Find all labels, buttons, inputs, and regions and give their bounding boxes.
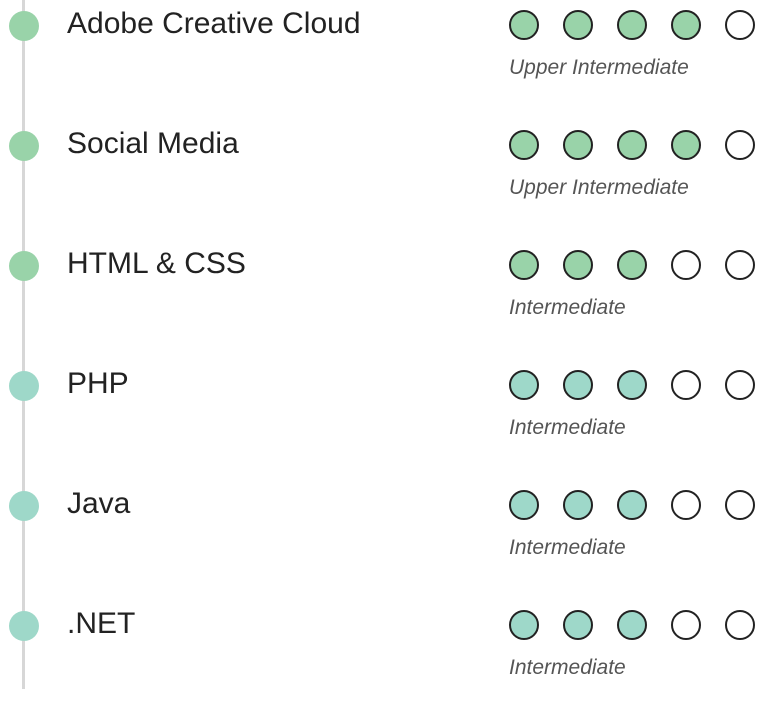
skill-rating xyxy=(509,490,755,520)
skill-rating xyxy=(509,250,755,280)
rating-dot xyxy=(617,130,647,160)
rating-dot xyxy=(563,250,593,280)
skill-name: PHP xyxy=(67,367,129,400)
skill-row: HTML & CSS Intermediate xyxy=(0,240,762,350)
timeline-bullet xyxy=(9,491,39,521)
skill-level: Upper Intermediate xyxy=(509,56,689,79)
rating-dot xyxy=(725,370,755,400)
skill-rating xyxy=(509,610,755,640)
rating-dot xyxy=(671,610,701,640)
rating-dot xyxy=(617,610,647,640)
skill-row: .NET Intermediate xyxy=(0,600,762,710)
rating-dot xyxy=(617,250,647,280)
rating-dot xyxy=(671,250,701,280)
skill-rating xyxy=(509,130,755,160)
rating-dot xyxy=(617,490,647,520)
timeline-bullet xyxy=(9,371,39,401)
rating-dot xyxy=(563,10,593,40)
rating-dot xyxy=(671,10,701,40)
skill-rating xyxy=(509,10,755,40)
rating-dot xyxy=(563,130,593,160)
skill-row: PHP Intermediate xyxy=(0,360,762,470)
timeline-bullet xyxy=(9,11,39,41)
rating-dot xyxy=(563,490,593,520)
rating-dot xyxy=(509,490,539,520)
rating-dot xyxy=(725,130,755,160)
rating-dot xyxy=(671,490,701,520)
rating-dot xyxy=(725,490,755,520)
skill-level: Intermediate xyxy=(509,536,626,559)
skill-level: Intermediate xyxy=(509,416,626,439)
rating-dot xyxy=(509,370,539,400)
skill-name: Java xyxy=(67,487,131,520)
timeline-bullet xyxy=(9,251,39,281)
rating-dot xyxy=(509,130,539,160)
rating-dot xyxy=(671,130,701,160)
skill-name: .NET xyxy=(67,607,136,640)
rating-dot xyxy=(563,370,593,400)
skill-row: Java Intermediate xyxy=(0,480,762,590)
rating-dot xyxy=(725,250,755,280)
skill-name: HTML & CSS xyxy=(67,247,246,280)
rating-dot xyxy=(563,610,593,640)
skill-row: Social Media Upper Intermediate xyxy=(0,120,762,230)
rating-dot xyxy=(725,610,755,640)
rating-dot xyxy=(617,370,647,400)
skill-level: Intermediate xyxy=(509,656,626,679)
rating-dot xyxy=(725,10,755,40)
timeline-bullet xyxy=(9,611,39,641)
rating-dot xyxy=(509,250,539,280)
skill-rating xyxy=(509,370,755,400)
skill-level: Upper Intermediate xyxy=(509,176,689,199)
timeline-bullet xyxy=(9,131,39,161)
rating-dot xyxy=(671,370,701,400)
skills-section: Adobe Creative Cloud Upper Intermediate … xyxy=(0,0,762,689)
skill-level: Intermediate xyxy=(509,296,626,319)
rating-dot xyxy=(509,10,539,40)
rating-dot xyxy=(509,610,539,640)
rating-dot xyxy=(617,10,647,40)
skill-name: Social Media xyxy=(67,127,239,160)
skill-name: Adobe Creative Cloud xyxy=(67,7,361,40)
skill-row: Adobe Creative Cloud Upper Intermediate xyxy=(0,0,762,110)
